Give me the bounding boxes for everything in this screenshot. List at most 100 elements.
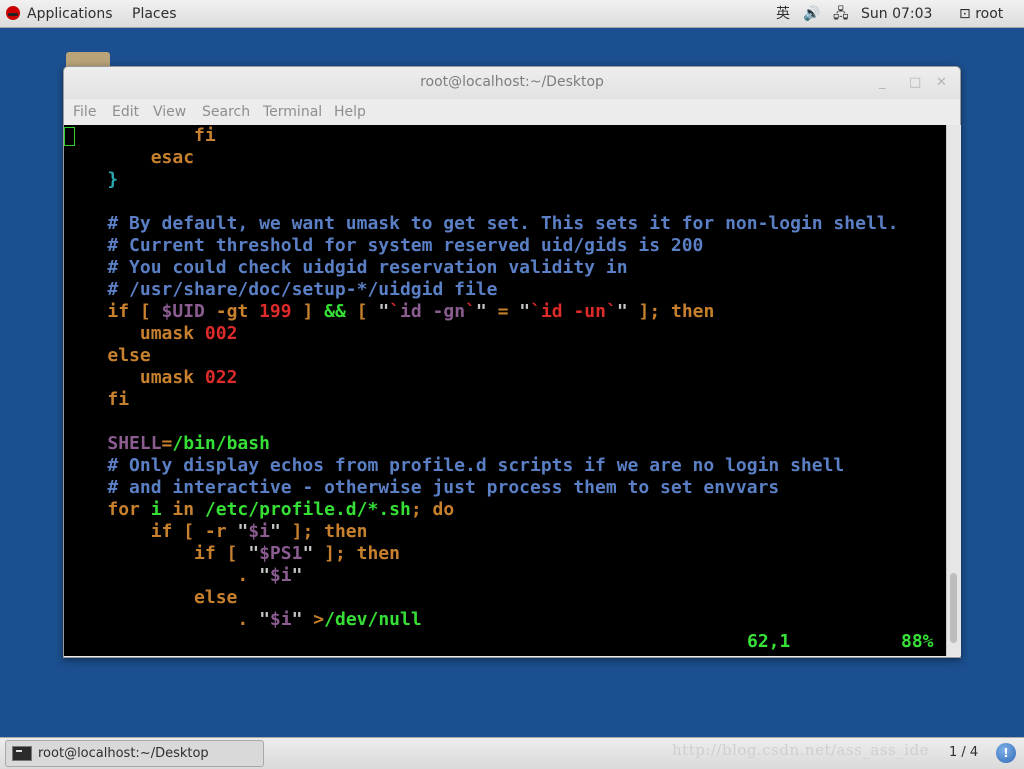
code-token: 022 [204, 367, 238, 388]
code-token: id -gn [400, 301, 466, 322]
terminal-menubar: File Edit View Search Terminal Help [64, 99, 960, 125]
terminal-window: root@localhost:~/Desktop _ □ ✕ File Edit… [63, 66, 961, 658]
code-token: id -un [540, 301, 606, 322]
code-token: && [324, 301, 346, 322]
code-token: ` [530, 301, 541, 322]
code-token: $i [248, 521, 270, 542]
code-token: esac [150, 147, 195, 168]
code-token: else [194, 587, 238, 608]
code-token: for [107, 499, 151, 520]
terminal-line: esac [64, 147, 898, 169]
code-token: # /usr/share/doc/setup-*/uidgid file [107, 279, 498, 300]
code-token: if [ [107, 301, 162, 322]
window-title: root@localhost:~/Desktop [420, 74, 604, 90]
code-token: in [172, 499, 205, 520]
code-token: ` [389, 301, 401, 322]
code-token: 002 [204, 323, 238, 344]
code-token: " [475, 301, 487, 322]
code-token: do [432, 499, 455, 520]
terminal-line: if [ "$PS1" ]; then [64, 543, 898, 565]
code-token: . [237, 565, 260, 586]
code-token: i [150, 499, 173, 520]
menu-help[interactable]: Help [334, 104, 366, 120]
menu-file[interactable]: File [73, 104, 96, 120]
notification-icon[interactable]: ! [996, 743, 1016, 763]
code-token: 199 [259, 301, 292, 322]
applications-menu[interactable]: Applications [27, 5, 113, 23]
code-token: " [248, 543, 260, 564]
menu-edit[interactable]: Edit [112, 104, 139, 120]
volume-icon[interactable]: 🔊 [803, 5, 820, 23]
code-token: ` [465, 301, 476, 322]
maximize-button[interactable]: □ [909, 75, 921, 90]
code-token: . [237, 609, 260, 630]
code-token: " [519, 301, 531, 322]
terminal-line: # Only display echos from profile.d scri… [64, 455, 898, 477]
code-token: " [291, 565, 303, 586]
code-token: ; [410, 499, 433, 520]
terminal-line: if [ $UID -gt 199 ] && [ "`id -gn`" = "`… [64, 301, 898, 323]
code-token: " [269, 521, 281, 542]
code-token: # You could check uidgid reservation val… [107, 257, 628, 278]
code-token: /etc/profile.d/*.sh [204, 499, 411, 520]
code-token: if [ -r [150, 521, 238, 542]
code-token: $PS1 [259, 543, 303, 564]
window-titlebar[interactable]: root@localhost:~/Desktop _ □ ✕ [64, 67, 960, 99]
text-cursor [64, 127, 75, 146]
code-token: " [259, 609, 270, 630]
close-button[interactable]: ✕ [936, 75, 947, 90]
input-method-indicator[interactable]: 英 [776, 5, 790, 23]
user-icon: ⊡ [959, 6, 971, 22]
network-icon[interactable]: 🖧 [833, 5, 849, 23]
code-token: # and interactive - otherwise just proce… [107, 477, 780, 498]
code-token: fi [194, 125, 216, 146]
terminal-screen[interactable]: fi esac } # By default, we want umask to… [64, 125, 946, 656]
scrollbar-thumb[interactable] [950, 573, 957, 643]
menu-view[interactable]: View [153, 104, 186, 120]
code-token: ] [291, 301, 325, 322]
terminal-line: # By default, we want umask to get set. … [64, 213, 898, 235]
clock[interactable]: Sun 07:03 [861, 5, 932, 23]
terminal-line: umask 022 [64, 367, 898, 389]
code-token: # By default, we want umask to get set. … [107, 213, 899, 234]
terminal-line: fi [64, 125, 898, 147]
code-token: } [107, 169, 119, 190]
user-menu[interactable]: ⊡ root [959, 5, 1003, 23]
code-token: " [616, 301, 628, 322]
code-token: else [107, 345, 151, 366]
code-token: ]; then [313, 543, 400, 564]
terminal-line: if [ -r "$i" ]; then [64, 521, 898, 543]
menu-search[interactable]: Search [202, 104, 250, 120]
taskbar-label: root@localhost:~/Desktop [38, 746, 209, 761]
terminal-line: . "$i" >/dev/null [64, 609, 898, 631]
places-menu[interactable]: Places [132, 5, 177, 23]
code-token: /dev/null [324, 609, 422, 630]
code-token: " [259, 565, 270, 586]
taskbar-terminal-button[interactable]: root@localhost:~/Desktop [5, 740, 264, 767]
code-token: > [313, 609, 325, 630]
redhat-logo-icon [6, 6, 20, 20]
minimize-button[interactable]: _ [879, 75, 886, 90]
terminal-scrollbar[interactable] [946, 125, 961, 656]
code-token: fi [107, 389, 130, 410]
code-token: # Only display echos from profile.d scri… [107, 455, 845, 476]
workspace-indicator[interactable]: 1 / 4 [949, 745, 978, 760]
menu-terminal[interactable]: Terminal [263, 104, 322, 120]
vim-cursor-position: 62,1 [747, 631, 791, 652]
bottom-panel: root@localhost:~/Desktop http://blog.csd… [0, 737, 1024, 769]
